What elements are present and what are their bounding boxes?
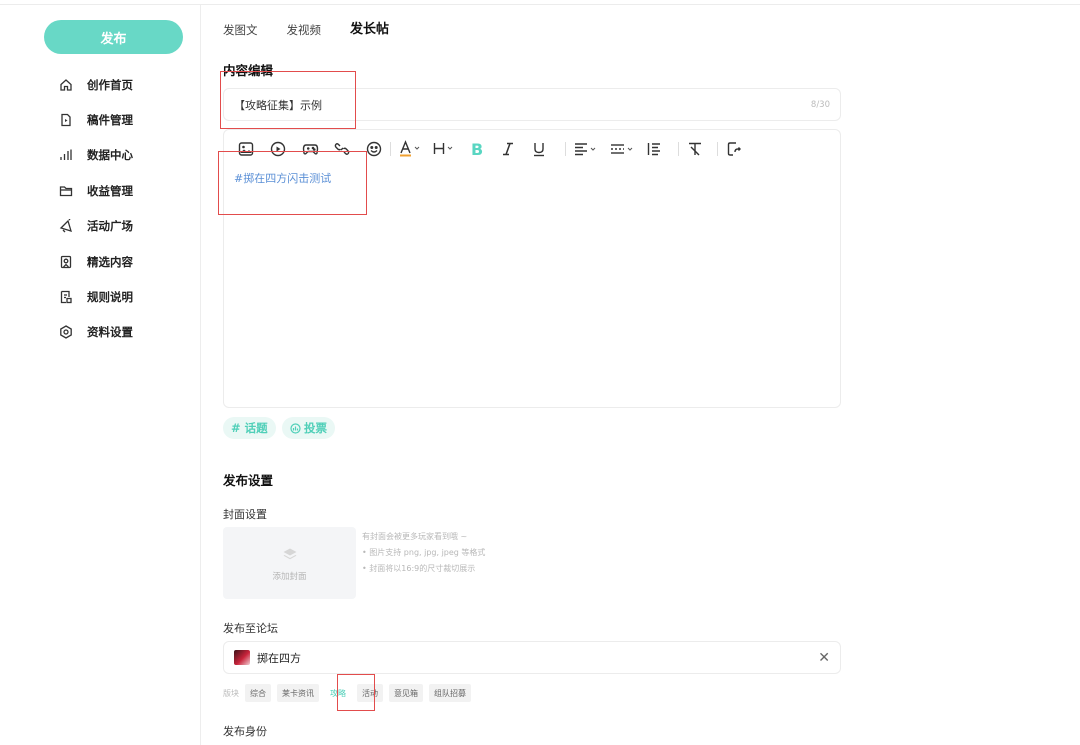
sidebar-item-label: 稿件管理	[87, 113, 133, 128]
add-cover-button[interactable]: 添加封面	[223, 527, 356, 599]
list-icon[interactable]	[644, 138, 664, 160]
svg-text:B: B	[471, 141, 483, 157]
identity-label: 发布身份	[223, 725, 267, 738]
sidebar-item-label: 资料设置	[87, 325, 133, 340]
forum-label: 发布至论坛	[223, 622, 278, 635]
content-edit-title: 内容编辑	[223, 63, 274, 78]
text-color-icon[interactable]	[397, 138, 423, 160]
gear-icon	[58, 324, 74, 340]
topic-chip-label: # 话题	[231, 421, 268, 435]
home-icon	[58, 77, 74, 93]
toolbar-separator	[717, 142, 718, 156]
board-option[interactable]: 活动	[357, 684, 383, 702]
tab-long-post[interactable]: 发长帖	[350, 20, 389, 40]
toolbar-separator	[390, 142, 391, 156]
layers-icon	[283, 545, 297, 564]
sidebar-item-featured[interactable]: 精选内容	[58, 244, 133, 279]
sidebar-nav: 创作首页 稿件管理 数据中心 收益管理 活动广场 精选内容 规则说明 资料设置	[58, 67, 133, 350]
underline-icon[interactable]	[529, 138, 549, 160]
sidebar-item-events[interactable]: 活动广场	[58, 209, 133, 244]
sidebar-item-label: 规则说明	[87, 290, 133, 305]
vote-chip-label: 投票	[304, 421, 327, 435]
align-icon[interactable]	[572, 138, 600, 160]
title-input-value: 【攻略征集】示例	[234, 98, 322, 112]
cover-settings-label: 封面设置	[223, 508, 267, 521]
cover-tip: • 封面将以16:9的尺寸裁切展示	[362, 564, 476, 573]
tab-image-text[interactable]: 发图文	[223, 20, 258, 40]
chart-icon	[58, 147, 74, 163]
image-icon[interactable]	[236, 138, 256, 160]
italic-icon[interactable]	[498, 138, 518, 160]
board-selector: 版块 综合 莱卡资讯 攻略 活动 意见箱 组队招募	[223, 684, 477, 702]
cover-tip: 有封面会被更多玩家看到哦 ~	[362, 532, 468, 541]
cover-tip: • 图片支持 png, jpg, jpeg 等格式	[362, 548, 486, 557]
sidebar-item-home[interactable]: 创作首页	[58, 67, 133, 102]
sidebar-item-label: 收益管理	[87, 183, 133, 198]
link-icon[interactable]	[332, 138, 352, 160]
tab-video[interactable]: 发视频	[287, 20, 322, 40]
title-char-count: 8/30	[810, 99, 830, 110]
rich-text-editor[interactable]: B #掷在四方闪击测试	[223, 129, 841, 408]
video-icon[interactable]	[268, 138, 288, 160]
bookmark-icon	[58, 254, 74, 270]
vote-chip[interactable]: 投票	[282, 417, 335, 439]
gamepad-icon[interactable]	[300, 138, 320, 160]
board-option[interactable]: 意见箱	[389, 684, 423, 702]
forum-name: 掷在四方	[257, 651, 301, 665]
editor-toolbar: B	[236, 138, 744, 160]
sidebar-item-profile[interactable]: 资料设置	[58, 315, 133, 350]
sidebar-item-label: 创作首页	[87, 77, 133, 92]
add-cover-label: 添加封面	[272, 571, 307, 582]
board-option[interactable]: 组队招募	[429, 684, 471, 702]
cover-tips: 有封面会被更多玩家看到哦 ~ • 图片支持 png, jpg, jpeg 等格式…	[362, 529, 485, 577]
folder-icon	[58, 183, 74, 199]
toolbar-separator	[678, 142, 679, 156]
clear-format-icon[interactable]	[685, 138, 705, 160]
game-avatar-icon	[234, 650, 250, 665]
sidebar: 发布 创作首页 稿件管理 数据中心 收益管理 活动广场 精选内容 规则说明 资料…	[0, 5, 201, 745]
sidebar-item-label: 精选内容	[87, 254, 133, 269]
publish-button[interactable]: 发布	[44, 20, 183, 54]
forum-select[interactable]: 掷在四方 ✕	[223, 641, 841, 674]
sidebar-item-revenue[interactable]: 收益管理	[58, 173, 133, 208]
publish-settings-title: 发布设置	[223, 473, 274, 488]
post-type-tabs: 发图文 发视频 发长帖	[223, 20, 418, 40]
redo-icon[interactable]	[724, 138, 744, 160]
board-option-selected[interactable]: 攻略	[325, 684, 351, 702]
close-icon[interactable]: ✕	[818, 650, 830, 666]
editor-body-text[interactable]: #掷在四方闪击测试	[234, 170, 331, 186]
divider-icon[interactable]	[608, 138, 636, 160]
toolbar-separator	[565, 142, 566, 156]
sidebar-item-rules[interactable]: 规则说明	[58, 279, 133, 314]
heading-icon[interactable]	[431, 138, 457, 160]
bold-icon[interactable]: B	[467, 138, 487, 160]
sidebar-item-data[interactable]: 数据中心	[58, 138, 133, 173]
board-label: 版块	[223, 688, 239, 698]
megaphone-icon	[58, 218, 74, 234]
board-option[interactable]: 莱卡资讯	[277, 684, 319, 702]
document-icon	[58, 289, 74, 305]
sidebar-item-drafts[interactable]: 稿件管理	[58, 102, 133, 137]
title-input[interactable]: 【攻略征集】示例 8/30	[223, 88, 841, 121]
vote-icon	[290, 422, 301, 434]
sidebar-item-label: 数据中心	[87, 148, 133, 163]
board-option[interactable]: 综合	[245, 684, 271, 702]
topic-chip[interactable]: # 话题	[223, 417, 276, 439]
sidebar-item-label: 活动广场	[87, 219, 133, 234]
emoji-icon[interactable]	[364, 138, 384, 160]
file-icon	[58, 112, 74, 128]
